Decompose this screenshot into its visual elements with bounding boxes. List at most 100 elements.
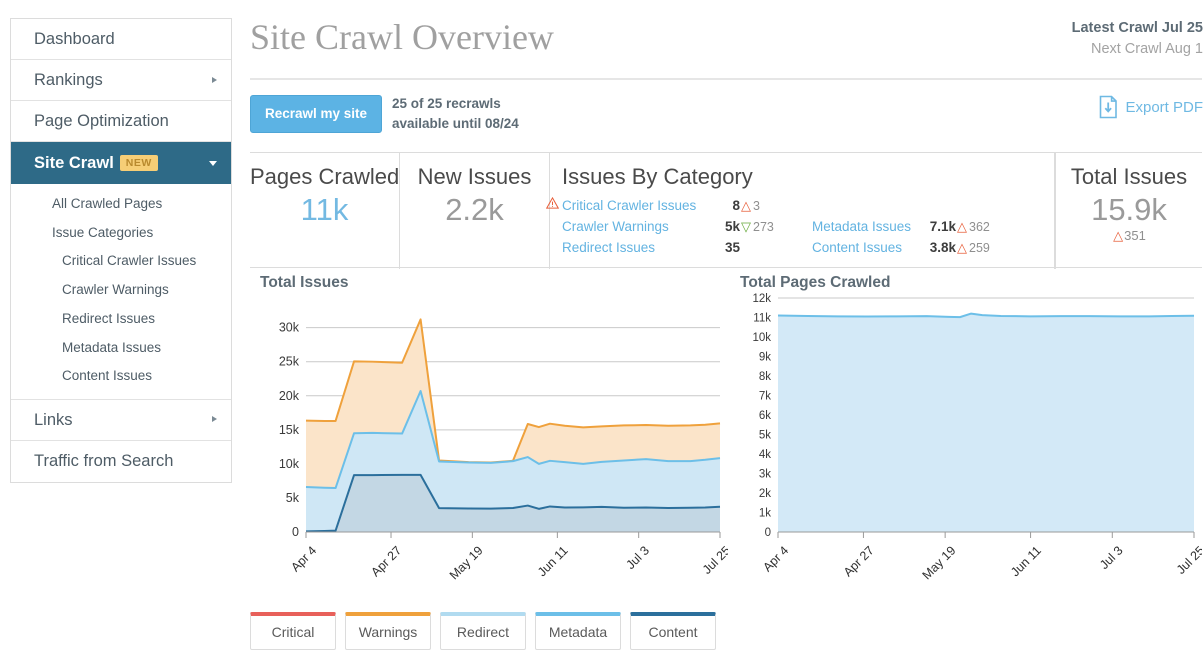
recrawl-count: 25 of 25 recrawls bbox=[392, 96, 501, 111]
svg-text:Jun 11: Jun 11 bbox=[535, 543, 571, 579]
sidebar-item-site-crawl[interactable]: Site Crawl NEW bbox=[11, 142, 231, 184]
svg-text:12k: 12k bbox=[752, 293, 771, 305]
legend-item-redirect[interactable]: Redirect bbox=[440, 612, 526, 650]
issue-category-value: 7.1k bbox=[929, 219, 956, 234]
svg-text:9k: 9k bbox=[759, 352, 771, 364]
stat-card-pages-crawled: Pages Crawled 11k bbox=[250, 153, 400, 269]
issue-category-value: 8 bbox=[732, 198, 740, 213]
sidebar-item-label: Traffic from Search bbox=[34, 451, 174, 470]
svg-text:5k: 5k bbox=[286, 491, 300, 505]
svg-text:0: 0 bbox=[292, 525, 299, 539]
sidebar-item-dashboard[interactable]: Dashboard bbox=[11, 19, 231, 60]
total-pages-crawled-area-chart: 0 1k 2k 3k 4k 5k 6k 7k 8k 9k 10k 11k 12k Apr 4 Apr 27 M… bbox=[752, 293, 1202, 582]
main-content: Site Crawl Overview Latest Crawl Jul 25 … bbox=[248, 0, 1203, 657]
stat-title: Total Issues bbox=[1070, 164, 1188, 189]
issue-category-row[interactable]: Critical Crawler Issues 8 △ 3 bbox=[546, 195, 774, 216]
sidebar-item-links[interactable]: Links bbox=[11, 400, 231, 441]
svg-text:20k: 20k bbox=[279, 389, 300, 403]
stat-card-issues-by-category: Issues By Category Critical Crawler Issu… bbox=[546, 153, 1055, 269]
svg-text:8k: 8k bbox=[759, 371, 771, 383]
sidebar-subitem-label: Content Issues bbox=[62, 368, 153, 384]
svg-text:10k: 10k bbox=[752, 332, 771, 344]
sidebar-item-label: Site Crawl bbox=[34, 154, 114, 172]
issue-category-row[interactable]: Metadata Issues 7.1k △ 362 bbox=[812, 216, 990, 237]
next-crawl-text: Next Crawl Aug 1 bbox=[1090, 41, 1203, 57]
site-crawl-overview-page: Dashboard Rankings Page Optimization Sit… bbox=[0, 0, 1203, 657]
svg-text:4k: 4k bbox=[759, 449, 771, 461]
sidebar-subitem-label: Redirect Issues bbox=[62, 310, 156, 326]
sidebar-item-label: Page Optimization bbox=[34, 112, 169, 130]
total-issues-area-chart: 0 5k 10k 15k 20k 25k 30k Apr 4 Apr 27 May 19 Jun 1… bbox=[279, 318, 728, 582]
issue-category-delta: 3 bbox=[753, 198, 760, 213]
sidebar-item-content-issues[interactable]: Content Issues bbox=[11, 362, 231, 391]
legend-item-warnings[interactable]: Warnings bbox=[345, 612, 431, 650]
issue-category-row[interactable]: Redirect Issues 35 bbox=[562, 237, 774, 258]
sidebar-item-label: Dashboard bbox=[34, 30, 115, 48]
svg-text:May 19: May 19 bbox=[920, 543, 959, 582]
arrow-up-icon: △ bbox=[957, 219, 967, 234]
warning-triangle-icon bbox=[546, 197, 559, 209]
issue-category-value: 3.8k bbox=[929, 240, 956, 255]
total-issues-delta-value: 351 bbox=[1124, 228, 1146, 243]
svg-text:30k: 30k bbox=[279, 321, 300, 335]
sidebar-item-crawler-warnings[interactable]: Crawler Warnings bbox=[11, 276, 231, 305]
arrow-up-icon: △ bbox=[741, 198, 751, 213]
issue-category-delta: 259 bbox=[969, 240, 990, 255]
legend-item-critical[interactable]: Critical bbox=[250, 612, 336, 650]
sidebar-item-rankings[interactable]: Rankings bbox=[11, 60, 231, 101]
sidebar-item-traffic-from-search[interactable]: Traffic from Search bbox=[11, 441, 231, 482]
sidebar-subitem-label: Crawler Warnings bbox=[62, 282, 169, 298]
svg-text:11k: 11k bbox=[753, 313, 771, 325]
issue-category-value: 5k bbox=[724, 219, 740, 234]
svg-text:2k: 2k bbox=[759, 488, 771, 500]
stat-value: 15.9k bbox=[1091, 192, 1167, 227]
issue-category-name: Metadata Issues bbox=[812, 219, 912, 234]
issue-category-row[interactable]: Crawler Warnings 5k ▽ 273 bbox=[562, 216, 774, 237]
legend-item-content[interactable]: Content bbox=[630, 612, 716, 650]
sidebar-item-label: Rankings bbox=[34, 71, 103, 89]
svg-text:6k: 6k bbox=[759, 410, 771, 422]
svg-text:Jul 3: Jul 3 bbox=[1097, 543, 1126, 572]
svg-text:Apr 4: Apr 4 bbox=[760, 543, 791, 574]
legend-label: Warnings bbox=[358, 624, 418, 640]
page-title: Site Crawl Overview bbox=[250, 17, 554, 57]
chevron-down-icon bbox=[209, 160, 217, 166]
recrawl-availability-text: 25 of 25 recrawls available until 08/24 bbox=[392, 94, 519, 133]
sidebar-item-redirect-issues[interactable]: Redirect Issues bbox=[11, 305, 231, 334]
issue-category-delta: 273 bbox=[753, 219, 774, 234]
sidebar-subnav-site-crawl: All Crawled Pages Issue Categories Criti… bbox=[11, 184, 231, 400]
sidebar-subitem-label: Metadata Issues bbox=[62, 339, 162, 355]
svg-text:Jul 25: Jul 25 bbox=[1174, 543, 1202, 577]
legend-item-metadata[interactable]: Metadata bbox=[535, 612, 621, 650]
sidebar-item-critical-crawler-issues[interactable]: Critical Crawler Issues bbox=[11, 247, 231, 276]
issue-category-name: Critical Crawler Issues bbox=[562, 198, 697, 213]
sidebar-item-metadata-issues[interactable]: Metadata Issues bbox=[11, 334, 231, 363]
sidebar-subitem-label: Issue Categories bbox=[52, 224, 154, 240]
total-issues-delta: △351 bbox=[1056, 228, 1202, 244]
chart-total-pages-crawled: Total Pages Crawled 0 1k 2k 3k 4k 5k 6k 7k 8k 9k 1… bbox=[730, 274, 1202, 594]
stat-card-new-issues: New Issues 2.2k bbox=[400, 153, 550, 269]
recrawl-my-site-button[interactable]: Recrawl my site bbox=[250, 95, 382, 133]
arrow-up-icon: △ bbox=[1113, 228, 1124, 243]
status-badge-new: NEW bbox=[119, 155, 158, 171]
svg-text:10k: 10k bbox=[279, 457, 300, 471]
latest-crawl-text: Latest Crawl Jul 25 bbox=[1071, 20, 1203, 36]
chevron-right-icon bbox=[212, 416, 217, 423]
sidebar-item-issue-categories[interactable]: Issue Categories bbox=[11, 219, 231, 248]
chart-total-issues: Total Issues 0 5k 10k 15k 20k 25k 30k Apr 4 Apr … bbox=[250, 274, 728, 594]
issue-category-row[interactable]: Content Issues 3.8k △ 259 bbox=[812, 237, 990, 258]
svg-text:1k: 1k bbox=[759, 508, 771, 520]
export-pdf-button[interactable]: Export PDF bbox=[1099, 93, 1203, 121]
legend-label: Critical bbox=[271, 624, 315, 640]
svg-text:25k: 25k bbox=[279, 355, 300, 369]
svg-text:3k: 3k bbox=[759, 469, 771, 481]
svg-text:Apr 27: Apr 27 bbox=[841, 543, 877, 579]
stat-title: Issues By Category bbox=[562, 164, 753, 189]
svg-text:Jun 11: Jun 11 bbox=[1008, 543, 1044, 579]
chart-legend: Critical Warnings Redirect Metadata Cont… bbox=[250, 612, 716, 650]
download-document-icon bbox=[1100, 95, 1118, 119]
legend-label: Metadata bbox=[548, 624, 608, 640]
sidebar-item-all-crawled-pages[interactable]: All Crawled Pages bbox=[11, 190, 231, 219]
legend-label: Redirect bbox=[456, 624, 510, 640]
sidebar-item-page-optimization[interactable]: Page Optimization bbox=[11, 101, 231, 142]
